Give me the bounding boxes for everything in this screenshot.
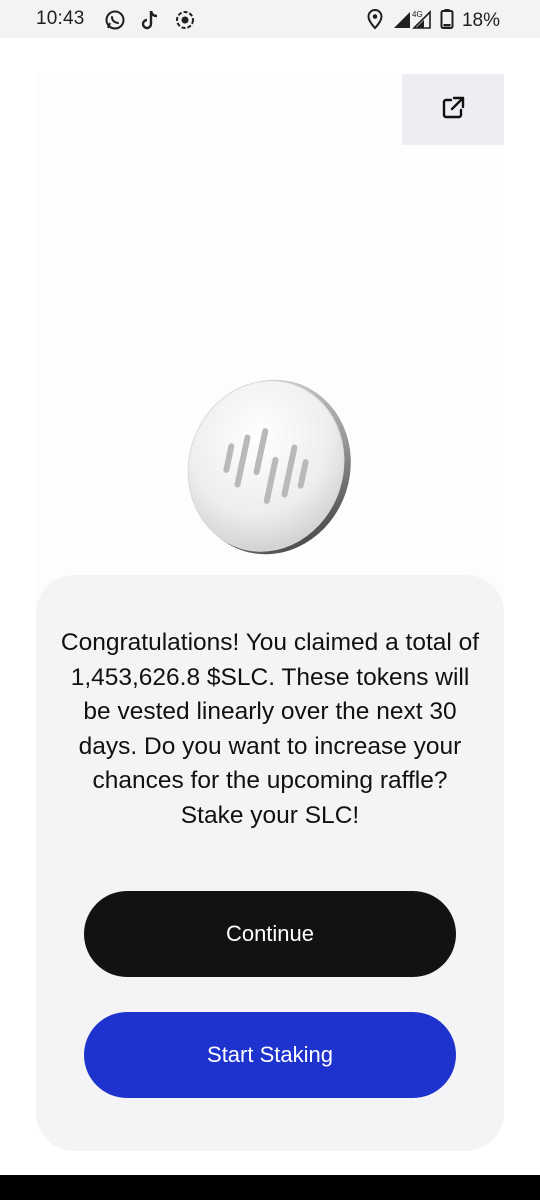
open-external-icon	[440, 95, 466, 124]
navigation-bar	[0, 1175, 540, 1200]
status-bar: 10:43 4G 18%	[0, 0, 540, 38]
system-status: 4G 18%	[366, 8, 500, 34]
tiktok-icon	[140, 9, 160, 35]
battery-percent: 18%	[461, 10, 500, 31]
start-staking-button[interactable]: Start Staking	[84, 1012, 456, 1098]
status-time: 10:43	[36, 8, 85, 29]
battery-icon	[440, 8, 454, 34]
whatsapp-icon	[104, 9, 126, 35]
network-4g-icon: 4G	[412, 10, 423, 19]
screen-record-icon	[174, 9, 196, 35]
signal-icon: 4G	[392, 8, 432, 34]
open-external-button[interactable]	[402, 74, 504, 145]
continue-button[interactable]: Continue	[84, 891, 456, 977]
slc-coin-icon	[178, 372, 358, 562]
claim-message: Congratulations! You claimed a total of …	[60, 629, 480, 829]
notification-icons	[104, 9, 196, 35]
location-icon	[366, 8, 384, 34]
